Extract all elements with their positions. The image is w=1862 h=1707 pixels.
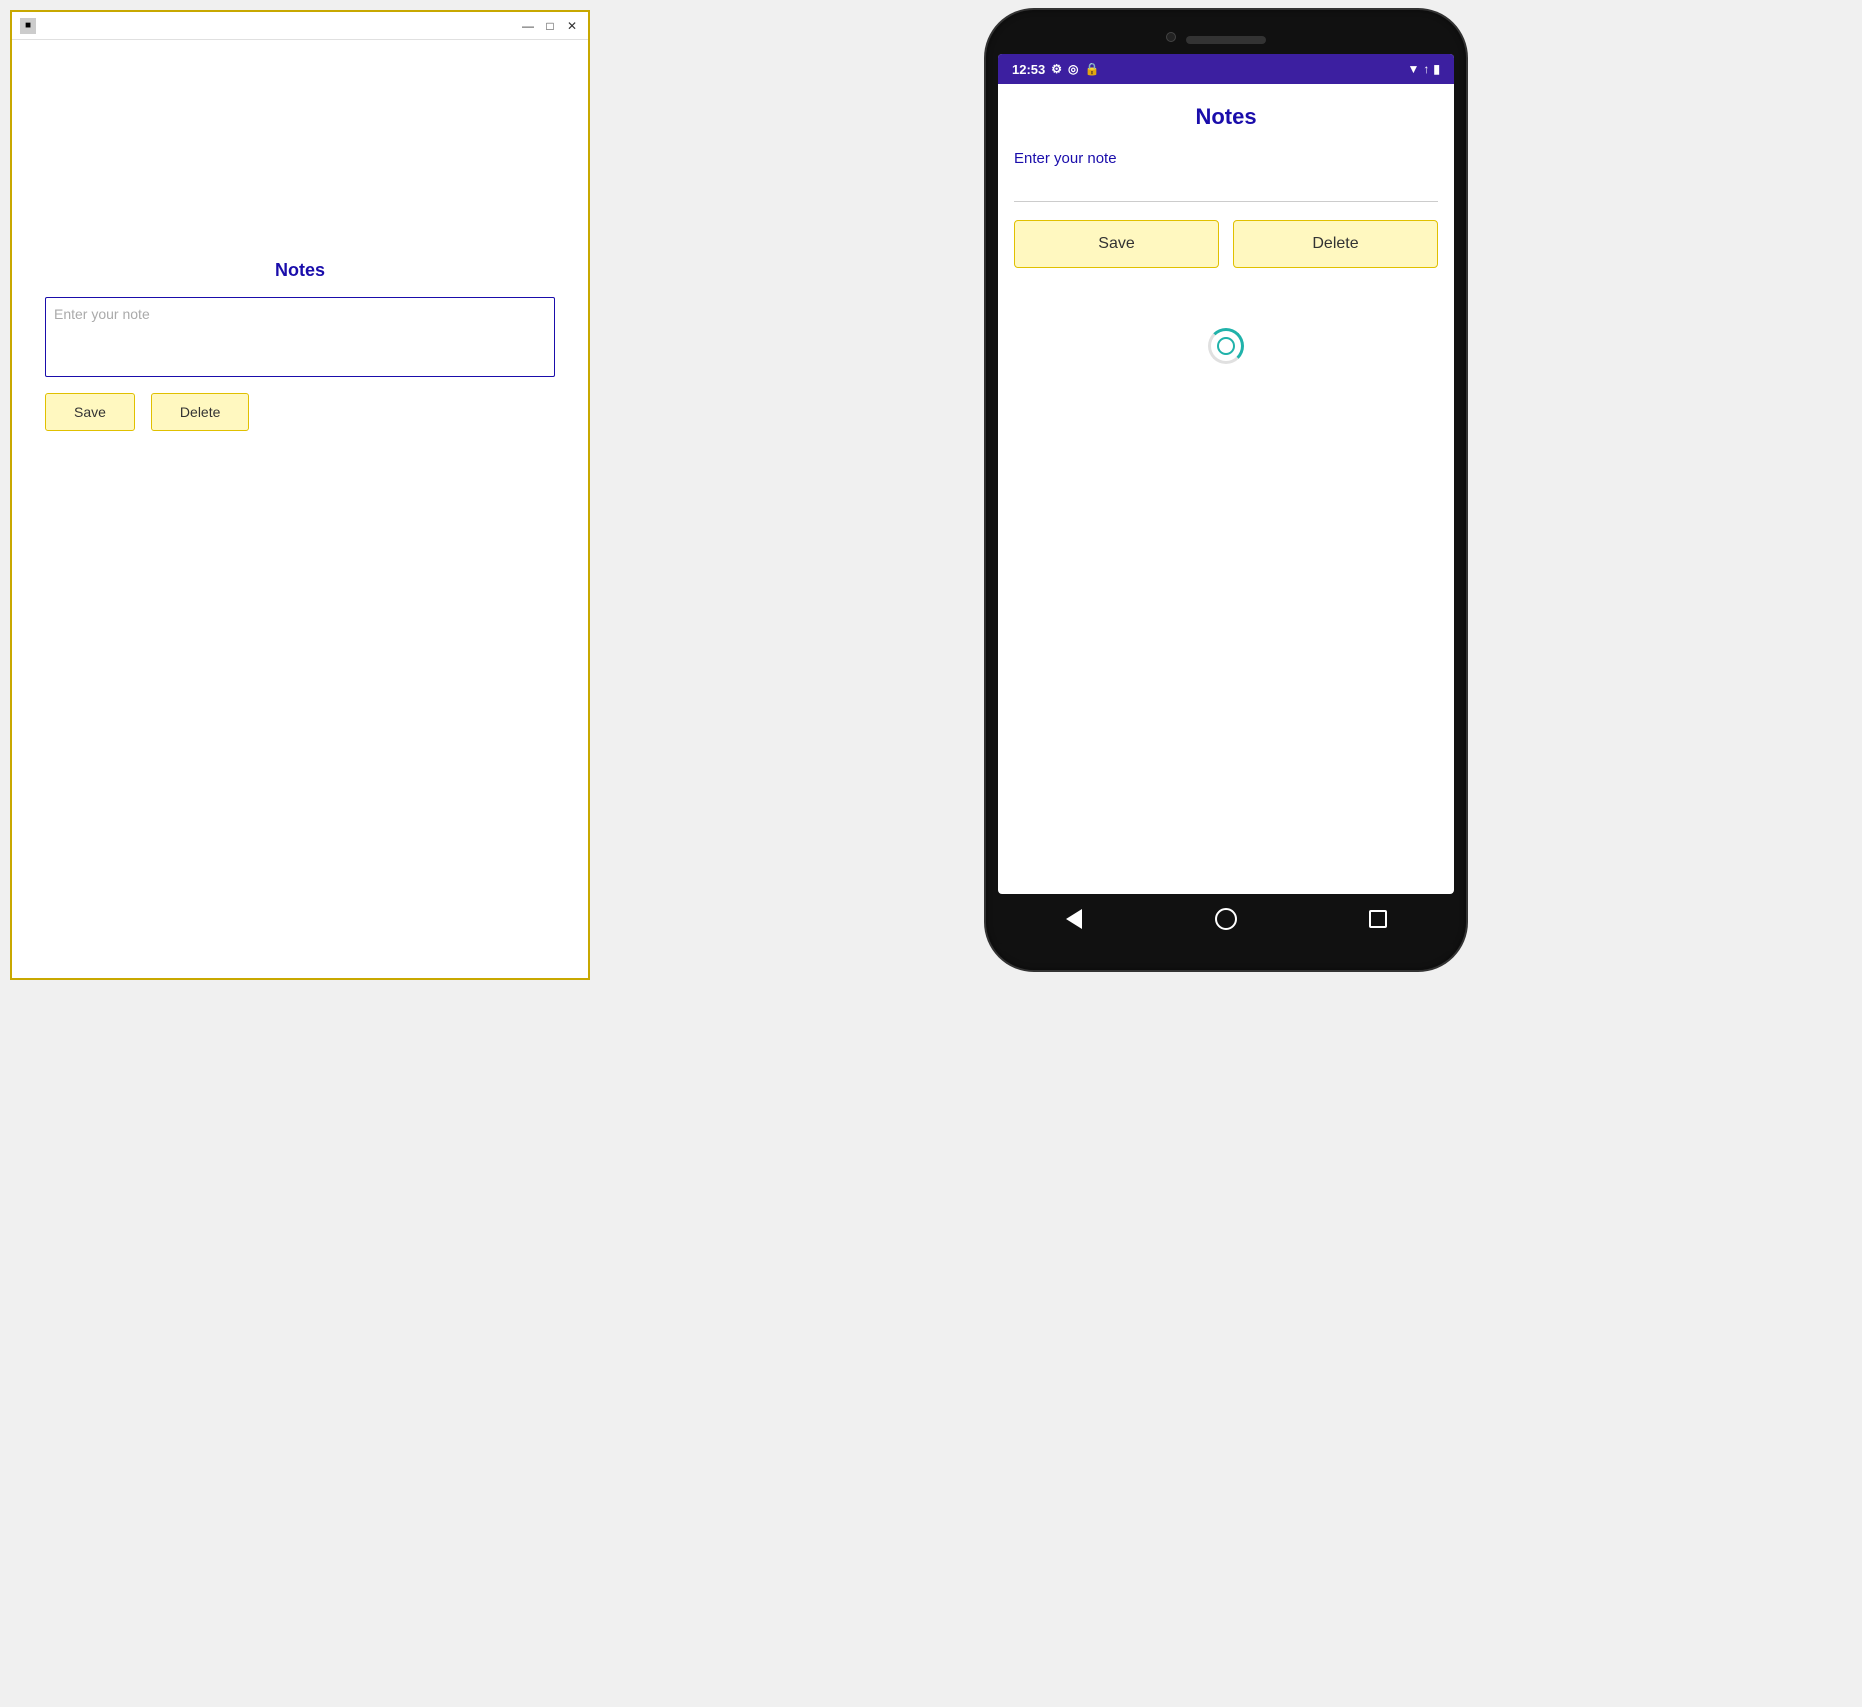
home-icon	[1215, 908, 1237, 930]
note-divider	[1014, 201, 1438, 202]
phone-speaker	[1186, 36, 1266, 44]
phone-button-group: Save Delete	[1014, 220, 1438, 268]
desktop-button-group: Save Delete	[45, 393, 555, 431]
spinner-outer	[1208, 328, 1244, 364]
window-content: Notes Save Delete	[12, 40, 588, 978]
signal-icon: ↑	[1423, 62, 1429, 76]
nav-recent-button[interactable]	[1364, 905, 1392, 933]
save-button-desktop[interactable]: Save	[45, 393, 135, 431]
delete-button-phone[interactable]: Delete	[1233, 220, 1438, 268]
save-button-phone[interactable]: Save	[1014, 220, 1219, 268]
status-bar-right: ▼ ↑ ▮	[1408, 62, 1441, 76]
battery-icon: ▮	[1433, 62, 1440, 76]
phone-area: 12:53 ⚙ ◎ 🔒 ▼ ↑ ▮ Notes Enter your note …	[590, 0, 1862, 970]
settings-icon: ⚙	[1051, 62, 1062, 76]
desktop-window: ■ — □ ✕ Notes Save Delete	[10, 10, 590, 980]
status-time: 12:53	[1012, 62, 1045, 77]
titlebar-left: ■	[20, 18, 36, 34]
loading-indicator	[1208, 328, 1244, 364]
window-titlebar: ■ — □ ✕	[12, 12, 588, 40]
status-bar-left: 12:53 ⚙ ◎ 🔒	[1012, 62, 1099, 77]
nav-home-button[interactable]	[1212, 905, 1240, 933]
phone-frame: 12:53 ⚙ ◎ 🔒 ▼ ↑ ▮ Notes Enter your note …	[986, 10, 1466, 970]
note-input-desktop[interactable]	[45, 297, 555, 377]
maximize-button[interactable]: □	[542, 18, 558, 34]
wifi-icon: ▼	[1408, 62, 1420, 76]
phone-note-label: Enter your note	[1014, 150, 1438, 167]
desktop-app-title: Notes	[275, 260, 325, 281]
status-bar: 12:53 ⚙ ◎ 🔒 ▼ ↑ ▮	[998, 54, 1454, 84]
security-icon: ◎	[1068, 62, 1078, 76]
minimize-button[interactable]: —	[520, 18, 536, 34]
nav-back-button[interactable]	[1060, 905, 1088, 933]
back-icon	[1066, 909, 1082, 929]
phone-camera	[1166, 32, 1176, 42]
window-app-icon: ■	[20, 18, 36, 34]
phone-nav-bar	[998, 894, 1454, 944]
phone-app-title: Notes	[1195, 104, 1256, 130]
phone-app-content: Notes Enter your note Save Delete	[998, 84, 1454, 894]
lock-icon: 🔒	[1085, 62, 1100, 76]
window-controls: — □ ✕	[520, 18, 580, 34]
close-button[interactable]: ✕	[564, 18, 580, 34]
phone-notch	[998, 28, 1454, 52]
phone-bottom-bar	[998, 944, 1454, 952]
phone-screen: 12:53 ⚙ ◎ 🔒 ▼ ↑ ▮ Notes Enter your note …	[998, 54, 1454, 894]
delete-button-desktop[interactable]: Delete	[151, 393, 249, 431]
spinner-inner	[1217, 337, 1235, 355]
recent-icon	[1369, 910, 1387, 928]
